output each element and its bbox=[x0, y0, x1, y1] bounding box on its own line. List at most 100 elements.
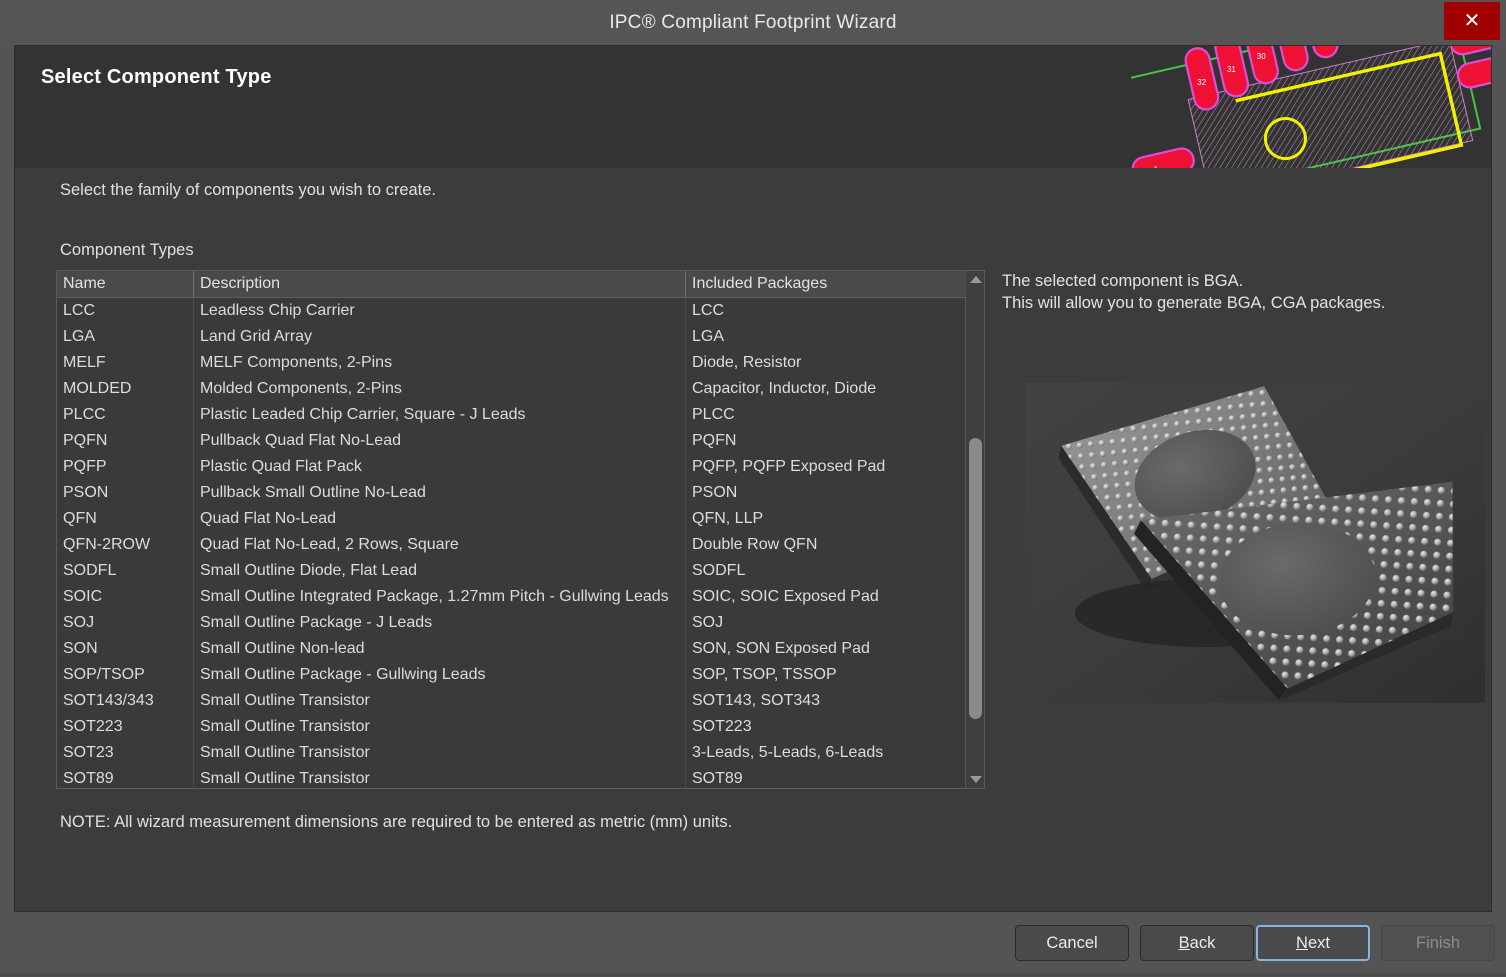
ipc-footprint-wizard-window: IPC® Compliant Footprint Wizard ✕ Select… bbox=[0, 0, 1506, 977]
next-button[interactable]: Next bbox=[1256, 925, 1370, 961]
cell-included-packages: Capacitor, Inductor, Diode bbox=[692, 380, 877, 397]
cell-description: Small Outline Non-lead bbox=[194, 636, 686, 662]
cell-description: Small Outline Package - Gullwing Leads bbox=[194, 662, 686, 688]
cell-name: SOT89 bbox=[57, 766, 194, 788]
page-title: Select Component Type bbox=[41, 66, 272, 88]
cell-included-packages: SOT143, SOT343 bbox=[692, 692, 821, 709]
next-mnemonic: N bbox=[1296, 934, 1308, 952]
cell-included-packages: SON, SON Exposed Pad bbox=[692, 640, 870, 657]
title-bar: IPC® Compliant Footprint Wizard ✕ bbox=[0, 0, 1506, 45]
wizard-footer: Cancel Back Next Finish CSDN @YRr YRr bbox=[0, 912, 1506, 977]
cell-included-packages: SODFL bbox=[692, 562, 746, 579]
cell-included-packages: Double Row QFN bbox=[692, 536, 818, 553]
cell-name: SON bbox=[57, 636, 194, 662]
cell-description: Molded Components, 2-Pins bbox=[194, 376, 686, 402]
cell-included-packages: LCC bbox=[692, 302, 725, 319]
pcb-footprint-preview-image: 32 31 30 29 28 27 1 bbox=[1131, 46, 1491, 168]
cell-description: Plastic Quad Flat Pack bbox=[194, 454, 686, 480]
cell-description: MELF Components, 2-Pins bbox=[194, 350, 686, 376]
cell-name: LGA bbox=[57, 324, 194, 350]
bottom-strip bbox=[0, 973, 1506, 977]
scroll-down-arrow-icon[interactable] bbox=[966, 771, 985, 788]
table-row[interactable]: SOJ Small Outline Package - J Leads SOJ bbox=[57, 610, 965, 636]
triangle-up-icon bbox=[969, 276, 982, 283]
cell-description: Small Outline Diode, Flat Lead bbox=[194, 558, 686, 584]
cell-description: Quad Flat No-Lead bbox=[194, 506, 686, 532]
table-row[interactable]: PSON Pullback Small Outline No-Lead PSON bbox=[57, 480, 965, 506]
table-row[interactable]: SODFL Small Outline Diode, Flat Lead SODFL bbox=[57, 558, 965, 584]
cell-description: Pullback Small Outline No-Lead bbox=[194, 480, 686, 506]
intro-text: Select the family of components you wish… bbox=[60, 181, 437, 199]
table-row[interactable]: SON Small Outline Non-lead SON, SON Expose… bbox=[57, 636, 965, 662]
table-row[interactable]: SOT23 Small Outline Transistor 3-Leads, 5-… bbox=[57, 740, 965, 766]
cell-name: LCC bbox=[57, 298, 194, 324]
table-row[interactable]: PQFN Pullback Quad Flat No-Lead PQFN bbox=[57, 428, 965, 454]
table-row[interactable]: SOT143/343 Small Outline Transistor SOT143… bbox=[57, 688, 965, 714]
cell-included-packages: QFN, LLP bbox=[692, 510, 764, 527]
cell-included-packages: 3-Leads, 5-Leads, 6-Leads bbox=[692, 744, 884, 761]
table-row[interactable]: SOP/TSOP Small Outline Package - Gullwing… bbox=[57, 662, 965, 688]
table-row[interactable]: SOT89 Small Outline Transistor SOT89 bbox=[57, 766, 965, 788]
table-row[interactable]: LCC Leadless Chip Carrier LCC bbox=[57, 298, 965, 324]
svg-text:29: 29 bbox=[1287, 46, 1296, 48]
cell-name: QFN bbox=[57, 506, 194, 532]
component-types-table[interactable]: Name Description Included Packages LCC Le… bbox=[56, 270, 985, 789]
column-header-name[interactable]: Name bbox=[57, 271, 194, 297]
cell-included-packages: SOT89 bbox=[692, 770, 743, 787]
table-row[interactable]: MOLDED Molded Components, 2-Pins Capacitor… bbox=[57, 376, 965, 402]
selected-component-text: The selected component is BGA. bbox=[1002, 272, 1244, 290]
scrollbar-thumb[interactable] bbox=[969, 438, 982, 719]
close-icon[interactable]: ✕ bbox=[1444, 2, 1500, 40]
wizard-banner: Select Component Type 32 31 30 bbox=[14, 45, 1492, 168]
next-label-rest: ext bbox=[1307, 934, 1330, 952]
cell-name: PQFN bbox=[57, 428, 194, 454]
back-label-rest: ack bbox=[1189, 934, 1216, 952]
table-scrollbar[interactable] bbox=[965, 271, 984, 788]
cell-name: PSON bbox=[57, 480, 194, 506]
table-row[interactable]: QFN Quad Flat No-Lead QFN, LLP bbox=[57, 506, 965, 532]
cell-name: SOJ bbox=[57, 610, 194, 636]
cell-included-packages: SOIC, SOIC Exposed Pad bbox=[692, 588, 879, 605]
cancel-button[interactable]: Cancel bbox=[1015, 925, 1129, 961]
cell-name: MOLDED bbox=[57, 376, 194, 402]
back-button[interactable]: Back bbox=[1140, 925, 1254, 961]
cell-description: Small Outline Integrated Package, 1.27mm… bbox=[194, 584, 686, 610]
table-row[interactable]: SOT223 Small Outline Transistor SOT223 bbox=[57, 714, 965, 740]
table-header-row: Name Description Included Packages bbox=[57, 271, 965, 298]
finish-button: Finish bbox=[1381, 925, 1495, 961]
table-row[interactable]: PQFP Plastic Quad Flat Pack PQFP, PQFP Exp… bbox=[57, 454, 965, 480]
cell-included-packages: PSON bbox=[692, 484, 738, 501]
table-row[interactable]: MELF MELF Components, 2-Pins Diode, Resist… bbox=[57, 350, 965, 376]
cell-description: Plastic Leaded Chip Carrier, Square - J … bbox=[194, 402, 686, 428]
cell-included-packages: SOP, TSOP, TSSOP bbox=[692, 666, 837, 683]
table-row[interactable]: PLCC Plastic Leaded Chip Carrier, Square … bbox=[57, 402, 965, 428]
table-viewport: Name Description Included Packages LCC Le… bbox=[57, 271, 965, 788]
window-title: IPC® Compliant Footprint Wizard bbox=[609, 12, 897, 33]
scroll-up-arrow-icon[interactable] bbox=[966, 271, 985, 288]
cell-name: SOT223 bbox=[57, 714, 194, 740]
table-row[interactable]: QFN-2ROW Quad Flat No-Lead, 2 Rows, Squar… bbox=[57, 532, 965, 558]
cell-included-packages: Diode, Resistor bbox=[692, 354, 802, 371]
selected-component-detail: This will allow you to generate BGA, CGA… bbox=[1002, 294, 1386, 312]
cell-included-packages: LGA bbox=[692, 328, 725, 345]
column-header-included-packages[interactable]: Included Packages bbox=[686, 271, 965, 297]
back-mnemonic: B bbox=[1178, 934, 1190, 952]
table-row[interactable]: LGA Land Grid Array LGA bbox=[57, 324, 965, 350]
cell-description: Small Outline Transistor bbox=[194, 688, 686, 714]
cell-description: Land Grid Array bbox=[194, 324, 686, 350]
cell-name: SOP/TSOP bbox=[57, 662, 194, 688]
triangle-down-icon bbox=[969, 776, 982, 783]
cell-description: Small Outline Transistor bbox=[194, 714, 686, 740]
bga-package-photo bbox=[1025, 381, 1485, 703]
cell-description: Pullback Quad Flat No-Lead bbox=[194, 428, 686, 454]
column-header-description[interactable]: Description bbox=[194, 271, 686, 297]
cell-name: SODFL bbox=[57, 558, 194, 584]
table-body: LCC Leadless Chip Carrier LCC LGA Land Grid … bbox=[57, 298, 965, 788]
cell-description: Small Outline Transistor bbox=[194, 740, 686, 766]
table-row[interactable]: SOIC Small Outline Integrated Package, 1.… bbox=[57, 584, 965, 610]
cell-name: SOIC bbox=[57, 584, 194, 610]
svg-text:30: 30 bbox=[1257, 52, 1266, 61]
cell-included-packages: PLCC bbox=[692, 406, 735, 423]
cell-included-packages: PQFN bbox=[692, 432, 737, 449]
cell-name: PLCC bbox=[57, 402, 194, 428]
